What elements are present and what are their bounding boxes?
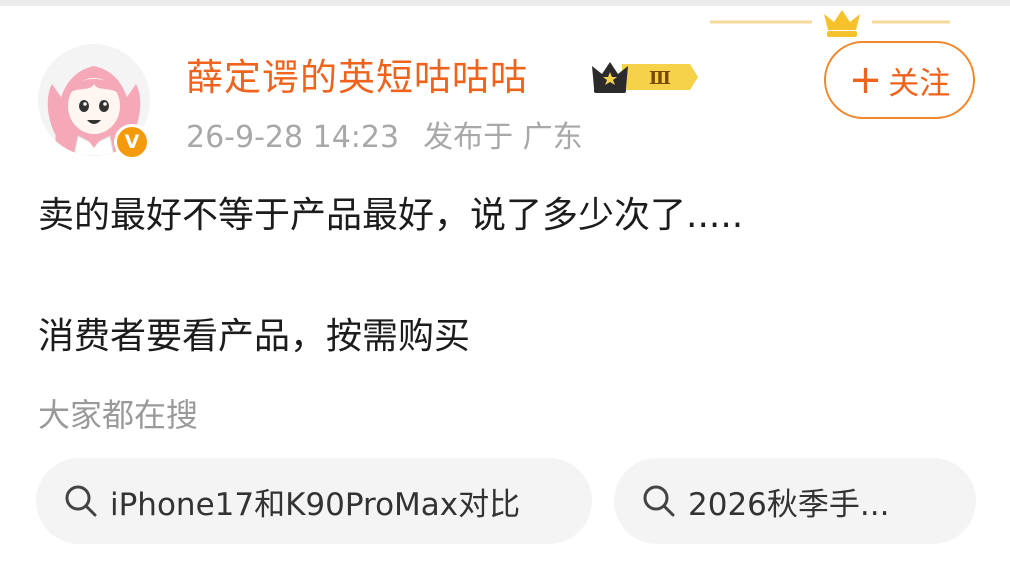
follow-label: 关注 xyxy=(888,65,951,102)
hot-search-text: iPhone17和K90ProMax对比 xyxy=(110,486,521,523)
post-location: 发布于 广东 xyxy=(423,120,583,155)
verified-badge-icon: V xyxy=(114,124,150,160)
hot-search-chip[interactable]: iPhone17和K90ProMax对比 xyxy=(36,458,592,544)
search-icon xyxy=(65,485,97,517)
post-timestamp: 26-9-28 14:23 xyxy=(186,120,400,155)
vip-crown-badge-icon[interactable]: Ⅲ xyxy=(590,58,700,96)
post-meta: 26-9-28 14:23 发布于 广东 xyxy=(186,116,583,160)
follow-button[interactable]: + 关注 xyxy=(824,41,975,119)
post-text-line: 卖的最好不等于产品最好，说了多少次了..... xyxy=(38,195,744,236)
hot-search-label: 大家都在搜 xyxy=(38,396,199,434)
hot-search-text: 2026秋季手... xyxy=(688,486,890,523)
hot-search-chip[interactable]: 2026秋季手... xyxy=(614,458,976,544)
post-text-line: 消费者要看产品，按需购买 xyxy=(38,316,471,357)
top-divider xyxy=(0,0,1010,6)
user-avatar[interactable]: V xyxy=(38,44,150,160)
plus-icon: + xyxy=(848,57,883,103)
search-icon xyxy=(643,485,675,517)
vip-level: Ⅲ xyxy=(649,68,671,89)
username[interactable]: 薛定谔的英短咕咕咕 xyxy=(186,52,528,104)
